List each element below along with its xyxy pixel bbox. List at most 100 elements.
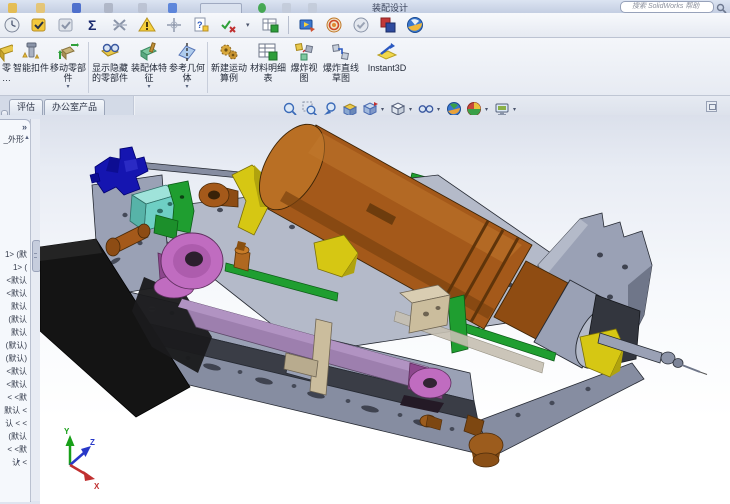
tree-item[interactable]: 认 < <box>0 456 27 469</box>
ribbon-button-exploded-view[interactable]: 爆炸视图 <box>287 40 321 83</box>
feature-manager-sidebar: » _外形 ▲ 1> (默 1> (<默认 <默认 默认 (默认 默认 (默认) (默认) <默… <box>0 115 41 504</box>
no-external-references-icon[interactable] <box>111 16 129 34</box>
compare-documents-icon[interactable] <box>379 16 397 34</box>
open-file-icon[interactable] <box>36 3 45 13</box>
ribbon-label: 装配体特征 <box>130 63 167 83</box>
ribbon-button-explode-line-sketch[interactable]: 爆炸直线草图 <box>321 40 361 83</box>
ribbon-button-insert-component-partial[interactable]: 零 … <box>0 40 13 83</box>
align-components-icon[interactable] <box>165 16 183 34</box>
svg-text:?: ? <box>197 20 203 30</box>
dropdown-caret-icon[interactable]: ▾ <box>147 84 150 90</box>
import-diagnostics-icon[interactable]: ? <box>192 16 210 34</box>
assembly-features-icon <box>139 42 158 61</box>
tree-item[interactable]: 默认 <box>0 326 27 339</box>
viewport-restore-icon[interactable] <box>706 101 717 112</box>
ribbon-label: 显示隐藏的零部件 <box>91 63 128 83</box>
tree-item[interactable]: <默认 <box>0 274 27 287</box>
feature-tree-list: 1> (默 1> (<默认 <默认 默认 (默认 默认 (默认) (默认) <默认 <默认 < <默… <box>0 248 27 469</box>
triad-z-label: Z <box>90 438 95 447</box>
tree-item[interactable]: 认 < < <box>0 417 27 430</box>
dropdown-caret-icon[interactable]: ▾ <box>185 84 188 90</box>
triad-x-label: X <box>94 482 100 491</box>
move-component-icon <box>58 43 79 61</box>
explode-line-sketch-icon <box>332 44 350 61</box>
tree-item[interactable]: (默认 <box>0 430 27 443</box>
ribbon-button-bill-of-materials[interactable]: 材料明细表 <box>249 40 287 83</box>
tree-item[interactable]: (默认) <box>0 339 27 352</box>
edrawings-icon[interactable] <box>406 16 424 34</box>
tree-item[interactable]: 默认 < <box>0 404 27 417</box>
ribbon-label: 参考几何体 <box>168 63 205 83</box>
tree-item[interactable]: 1> ( <box>0 261 27 274</box>
show-hidden-components-icon <box>101 43 120 57</box>
assembly-toolbar: Σ ? ▾ <box>0 13 730 38</box>
svg-text:Σ: Σ <box>88 17 96 33</box>
design-binder-icon[interactable] <box>3 16 21 34</box>
dropdown-caret-icon[interactable]: ▾ <box>246 21 252 29</box>
verification-icon[interactable] <box>219 16 237 34</box>
insert-component-icon <box>0 44 13 63</box>
tree-item[interactable]: <默认 <box>0 365 27 378</box>
tab-strip: 评估 办公室产品 <box>0 96 134 115</box>
ribbon-button-assembly-features[interactable]: 装配体特征 ▾ <box>130 40 168 90</box>
rebuild-icon[interactable] <box>168 3 177 13</box>
photoview-360-icon[interactable] <box>325 16 343 34</box>
exploded-view-icon <box>294 42 314 61</box>
tree-item[interactable]: (默认 <box>0 313 27 326</box>
instant3d-icon <box>376 43 398 60</box>
tree-item[interactable]: <默认 <box>0 378 27 391</box>
tab-office-products[interactable]: 办公室产品 <box>44 99 106 115</box>
command-manager-ribbon: 零 … 智能扣件 移动零部件 ▾ 显示隐藏的零部件 装配体特征 ▾ 参考几何体 … <box>0 38 730 96</box>
tree-item[interactable]: 默认 <box>0 300 27 313</box>
help-search-input[interactable]: 搜索 SolidWorks 帮助 <box>620 1 714 13</box>
dropdown-caret-icon[interactable]: ▾ <box>66 84 69 90</box>
options-icon[interactable] <box>282 3 291 13</box>
design-table-icon[interactable] <box>261 16 279 34</box>
ribbon-button-new-motion-study[interactable]: 新建运动算例 <box>209 40 249 83</box>
new-file-icon[interactable] <box>8 3 17 13</box>
undo-icon[interactable] <box>138 3 147 13</box>
print-icon[interactable] <box>104 3 113 13</box>
dropdown-caret-icon[interactable]: ▾ <box>513 106 518 113</box>
graphics-viewport[interactable]: Y Z X <box>39 115 730 504</box>
bill-of-materials-icon <box>258 43 278 61</box>
triad-y-label: Y <box>64 427 70 436</box>
ribbon-button-move-component[interactable]: 移动零部件 ▾ <box>49 40 87 90</box>
feature-manager-panel: » _外形 ▲ 1> (默 1> (<默认 <默认 默认 (默认 默认 (默认) (默认) <默… <box>0 119 31 502</box>
tree-item[interactable]: (默认) <box>0 352 27 365</box>
design-checker-off-icon[interactable] <box>57 16 75 34</box>
ribbon-button-smart-fasteners[interactable]: 智能扣件 <box>13 40 49 73</box>
smart-fasteners-icon <box>22 42 40 59</box>
ribbon-label: 爆炸直线草图 <box>322 63 359 83</box>
interference-detection-icon[interactable] <box>138 16 156 34</box>
tree-root-item[interactable]: _外形 <box>0 134 24 145</box>
help-icon[interactable] <box>308 3 317 13</box>
save-icon[interactable] <box>72 3 81 13</box>
ribbon-button-reference-geometry[interactable]: 参考几何体 ▾ <box>168 40 206 90</box>
bearing-boss[interactable] <box>198 182 239 208</box>
design-checker-on-icon[interactable] <box>30 16 48 34</box>
assembly-model: Y Z X <box>39 123 708 491</box>
expand-panel-icon[interactable]: » <box>22 122 27 132</box>
animation-wizard-icon[interactable] <box>298 16 316 34</box>
tree-item[interactable]: 1> (默 <box>0 248 27 261</box>
tree-item[interactable]: <默认 <box>0 287 27 300</box>
tree-item[interactable]: < <默 <box>0 391 27 404</box>
new-motion-study-icon <box>220 44 238 60</box>
equations-icon[interactable]: Σ <box>84 16 102 34</box>
ribbon-button-instant3d[interactable]: Instant3D <box>361 40 413 73</box>
dropdown-caret-icon[interactable]: ▾ <box>409 106 414 113</box>
dropdown-caret-icon[interactable]: ▾ <box>437 106 442 113</box>
tree-scroll-down-icon[interactable]: ▾ <box>17 458 20 465</box>
ribbon-button-show-hidden-components[interactable]: 显示隐藏的零部件 <box>90 40 130 83</box>
ribbon-label: 移动零部件 <box>49 63 86 83</box>
reference-geometry-icon <box>178 43 196 61</box>
status-dot-icon <box>258 3 266 13</box>
dropdown-caret-icon[interactable]: ▾ <box>381 106 386 113</box>
ribbon-label: 新建运动算例 <box>210 63 247 83</box>
titlebar: 装配设计 搜索 SolidWorks 帮助 <box>0 0 730 15</box>
tree-item[interactable]: < <默 <box>0 443 27 456</box>
task-complete-icon[interactable] <box>352 16 370 34</box>
tab-evaluate[interactable]: 评估 <box>9 99 44 115</box>
dropdown-caret-icon[interactable]: ▾ <box>485 106 490 113</box>
